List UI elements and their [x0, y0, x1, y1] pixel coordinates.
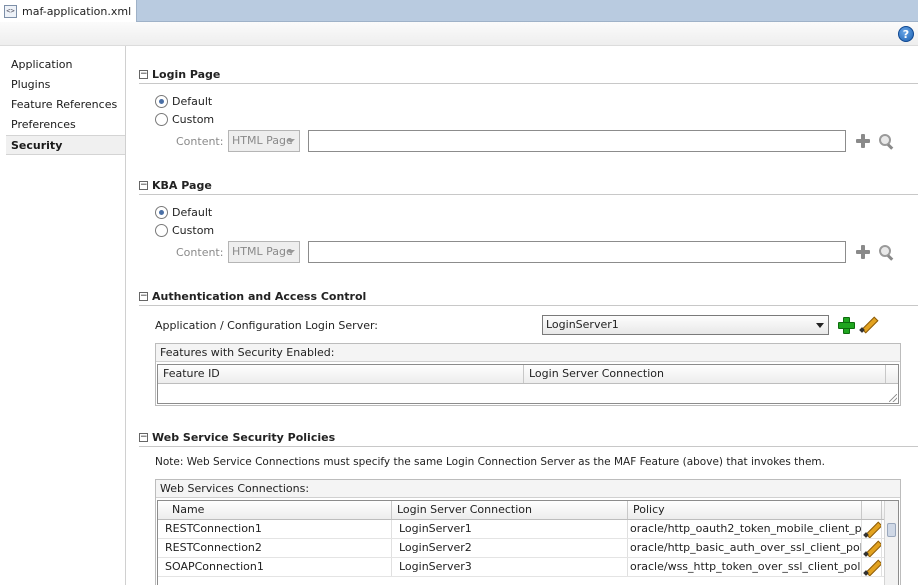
login-server-label: Application / Configuration Login Server… [155, 319, 379, 332]
ws-connections-panel: Web Services Connections: Name Login Ser… [155, 479, 901, 585]
radio-label: Default [172, 205, 213, 219]
connection-name: RESTConnection2 [158, 539, 392, 557]
sidebar-item-security[interactable]: Security [6, 135, 125, 155]
edit-login-server-icon[interactable] [860, 316, 876, 332]
column-header-edit [862, 501, 882, 519]
sidebar-item-plugins[interactable]: Plugins [0, 75, 125, 95]
chevron-down-icon [287, 139, 295, 143]
auth-section-title: Authentication and Access Control [152, 289, 367, 303]
column-header-login-server-connection[interactable]: Login Server Connection [524, 365, 886, 383]
edit-cell [862, 520, 882, 538]
login-page-section-header[interactable]: − Login Page [139, 66, 220, 82]
edit-cell [862, 539, 882, 557]
sidebar-item-application[interactable]: Application [0, 55, 125, 75]
sidebar: Application Plugins Feature References P… [0, 46, 126, 585]
add-icon[interactable] [856, 134, 870, 148]
sidebar-item-feature-references[interactable]: Feature References [0, 95, 125, 115]
edit-policy-icon[interactable] [864, 559, 880, 575]
kba-page-section-header[interactable]: − KBA Page [139, 177, 212, 193]
kba-page-title: KBA Page [152, 178, 212, 192]
kba-page-custom-option[interactable]: Custom [155, 222, 214, 238]
section-divider [139, 83, 918, 84]
ws-section-title: Web Service Security Policies [152, 430, 336, 444]
kba-page-content-type-select[interactable]: HTML Page [228, 241, 300, 263]
login-page-content-type-select[interactable]: HTML Page [228, 130, 300, 152]
table-scrollbar[interactable] [884, 501, 898, 585]
connection-login-server: LoginServer1 [392, 520, 628, 538]
column-header-name[interactable]: Name [158, 501, 392, 519]
edit-policy-icon[interactable] [864, 521, 880, 537]
kba-page-default-option[interactable]: Default [155, 204, 212, 220]
features-table: Feature ID Login Server Connection [157, 364, 899, 404]
radio-button-selected[interactable] [155, 94, 168, 108]
features-security-panel: Features with Security Enabled: Feature … [155, 343, 901, 406]
content-type-value: HTML Page [232, 134, 293, 147]
column-header-policy[interactable]: Policy [628, 501, 862, 519]
column-header-feature-id[interactable]: Feature ID [158, 365, 524, 383]
login-page-content-label: Content: [176, 135, 224, 148]
login-page-title: Login Page [152, 67, 221, 81]
content-type-value: HTML Page [232, 245, 293, 258]
chevron-down-icon [816, 323, 824, 328]
radio-button[interactable] [155, 112, 168, 126]
help-icon[interactable]: ? [898, 26, 914, 42]
table-row[interactable]: RESTConnection1 LoginServer1 oracle/http… [158, 520, 898, 539]
table-header: Feature ID Login Server Connection [158, 365, 898, 384]
ws-section-header[interactable]: − Web Service Security Policies [139, 429, 335, 445]
collapse-icon[interactable]: − [139, 69, 148, 79]
table-header: Name Login Server Connection Policy [158, 501, 898, 520]
login-page-content-field[interactable] [308, 130, 846, 152]
features-security-title: Features with Security Enabled: [156, 344, 900, 362]
chevron-down-icon [287, 250, 295, 254]
auth-section-header[interactable]: − Authentication and Access Control [139, 288, 366, 304]
security-page: − Login Page Default Custom Content: HTM… [127, 46, 918, 585]
editor-tab-label: maf-application.xml [22, 5, 132, 18]
editor-tab[interactable]: <> maf-application.xml [0, 0, 137, 23]
kba-page-content-field[interactable] [308, 241, 846, 263]
radio-label: Default [172, 94, 213, 108]
column-header-login-server-connection[interactable]: Login Server Connection [392, 501, 628, 519]
scrollbar-thumb[interactable] [887, 523, 896, 537]
xml-file-icon: <> [4, 5, 17, 18]
table-row[interactable]: SOAPConnection1 LoginServer3 oracle/wss_… [158, 558, 898, 577]
connection-policy: oracle/wss_http_token_over_ssl_client_po… [628, 558, 862, 576]
sidebar-item-preferences[interactable]: Preferences [0, 115, 125, 135]
login-page-custom-option[interactable]: Custom [155, 111, 214, 127]
table-row[interactable]: RESTConnection2 LoginServer2 oracle/http… [158, 539, 898, 558]
kba-page-content-label: Content: [176, 246, 224, 259]
login-server-select[interactable]: LoginServer1 [542, 315, 829, 335]
connection-name: SOAPConnection1 [158, 558, 392, 576]
login-page-default-option[interactable]: Default [155, 93, 212, 109]
radio-button-selected[interactable] [155, 205, 168, 219]
collapse-icon[interactable]: − [139, 432, 148, 442]
collapse-icon[interactable]: − [139, 180, 148, 190]
connection-policy: oracle/http_oauth2_token_mobile_client_p… [628, 520, 862, 538]
edit-cell [862, 558, 882, 576]
add-login-server-icon[interactable] [838, 317, 855, 334]
section-divider [139, 305, 918, 306]
resize-grip-icon[interactable] [889, 394, 897, 402]
login-server-value: LoginServer1 [546, 318, 619, 331]
search-icon[interactable] [878, 244, 894, 260]
ws-connections-table: Name Login Server Connection Policy REST… [157, 500, 899, 585]
search-icon[interactable] [878, 133, 894, 149]
radio-label: Custom [172, 112, 215, 126]
connection-name: RESTConnection1 [158, 520, 392, 538]
connection-login-server: LoginServer3 [392, 558, 628, 576]
section-divider [139, 194, 918, 195]
edit-policy-icon[interactable] [864, 540, 880, 556]
editor-toolbar: ? [0, 22, 918, 46]
section-divider [139, 446, 918, 447]
collapse-icon[interactable]: − [139, 291, 148, 301]
ws-connections-title: Web Services Connections: [156, 480, 900, 498]
ws-note: Note: Web Service Connections must speci… [155, 456, 825, 468]
connection-login-server: LoginServer2 [392, 539, 628, 557]
radio-button[interactable] [155, 223, 168, 237]
connection-policy: oracle/http_basic_auth_over_ssl_client_p… [628, 539, 862, 557]
add-icon[interactable] [856, 245, 870, 259]
editor-tab-strip: <> maf-application.xml [0, 0, 918, 23]
radio-label: Custom [172, 223, 215, 237]
